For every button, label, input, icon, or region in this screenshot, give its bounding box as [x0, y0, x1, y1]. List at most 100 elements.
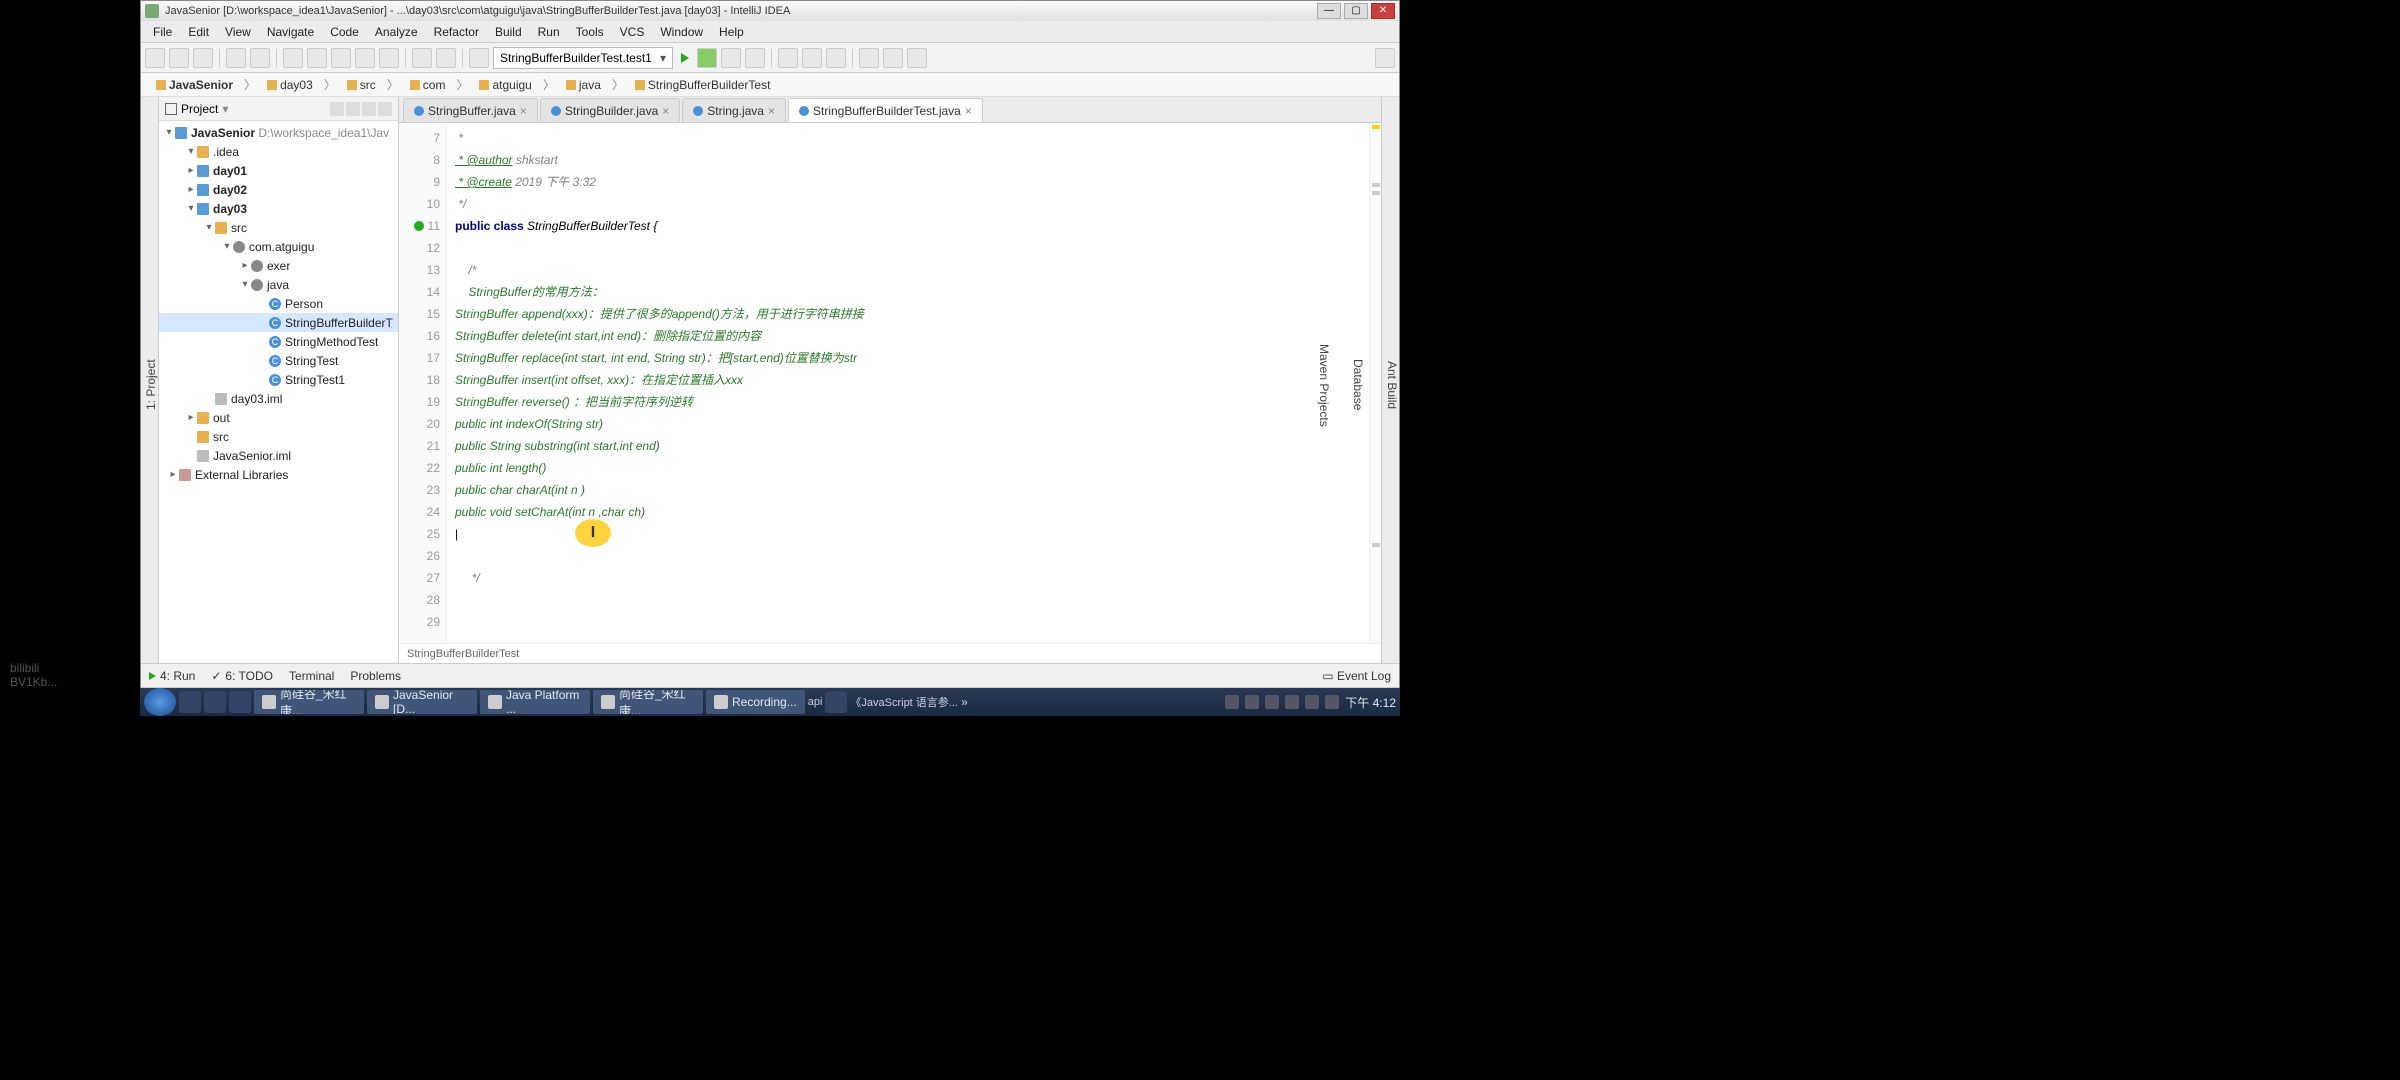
taskbar-clock[interactable]: 下午 4:12 — [1345, 694, 1396, 711]
tree-item[interactable]: CPerson — [159, 294, 398, 313]
minimize-button[interactable]: — — [1317, 3, 1341, 19]
crumb-3[interactable]: com — [403, 75, 453, 95]
code-line-18[interactable]: StringBuffer insert(int offset, xxx)：在指定… — [455, 369, 1361, 391]
tree-item[interactable]: ▸day02 — [159, 180, 398, 199]
task-button[interactable]: Java Platform ... — [480, 690, 590, 714]
tree-item[interactable]: ▾src — [159, 218, 398, 237]
layout-icon[interactable] — [778, 48, 798, 68]
tree-item[interactable]: ▸day01 — [159, 161, 398, 180]
menu-window[interactable]: Window — [652, 25, 711, 39]
run-gutter-icon[interactable] — [414, 221, 424, 231]
tree-item[interactable]: CStringTest — [159, 351, 398, 370]
code-line-12[interactable] — [455, 237, 1361, 259]
tray-icon[interactable] — [1325, 695, 1339, 709]
event-log[interactable]: ▭ Event Log — [1322, 669, 1391, 683]
cut-icon[interactable] — [283, 48, 303, 68]
code-line-9[interactable]: * @create 2019 下午 3:32 — [455, 171, 1361, 193]
tree-item[interactable]: CStringMethodTest — [159, 332, 398, 351]
code-line-29[interactable] — [455, 611, 1361, 633]
code-line-21[interactable]: public String substring(int start,int en… — [455, 435, 1361, 457]
tree-item[interactable]: ▸exer — [159, 256, 398, 275]
search-icon[interactable] — [1375, 48, 1395, 68]
project-tree[interactable]: ▾JavaSenior D:\workspace_idea1\Jav▾.idea… — [159, 121, 398, 663]
menu-view[interactable]: View — [217, 25, 259, 39]
terminal-tool[interactable]: Terminal — [289, 669, 334, 683]
warning-marker[interactable] — [1372, 125, 1380, 129]
coverage-icon[interactable] — [721, 48, 741, 68]
run-button[interactable] — [677, 53, 693, 63]
refresh-icon[interactable] — [193, 48, 213, 68]
close-button[interactable]: ✕ — [1371, 3, 1395, 19]
code-line-22[interactable]: public int length() — [455, 457, 1361, 479]
code-line-10[interactable]: */ — [455, 193, 1361, 215]
tree-item[interactable]: day03.iml — [159, 389, 398, 408]
quick-browser-icon[interactable] — [229, 691, 251, 713]
menu-navigate[interactable]: Navigate — [259, 25, 322, 39]
run-config-select[interactable]: StringBufferBuilderTest.test1 — [493, 47, 673, 69]
menu-build[interactable]: Build — [487, 25, 530, 39]
menu-analyze[interactable]: Analyze — [367, 25, 426, 39]
tab-StringBuffer.java[interactable]: StringBuffer.java× — [403, 98, 538, 122]
crumb-4[interactable]: atguigu — [472, 75, 538, 95]
tw-project[interactable]: 1: Project — [144, 107, 158, 663]
hide-icon[interactable] — [378, 102, 392, 116]
tree-item[interactable]: ▾.idea — [159, 142, 398, 161]
tab-String.java[interactable]: String.java× — [682, 98, 786, 122]
task-button[interactable]: 尚硅谷_宋红康... — [254, 690, 364, 714]
code-line-27[interactable]: */ — [455, 567, 1361, 589]
quick-explorer-icon[interactable] — [179, 691, 201, 713]
code-line-17[interactable]: StringBuffer replace(int start, int end,… — [455, 347, 1361, 369]
menu-edit[interactable]: Edit — [180, 25, 217, 39]
open-icon[interactable] — [145, 48, 165, 68]
replace-icon[interactable] — [379, 48, 399, 68]
build-icon[interactable] — [469, 48, 489, 68]
locate-icon[interactable] — [330, 102, 344, 116]
task-more[interactable]: » — [961, 695, 968, 709]
source[interactable]: * * @author shkstart * @create 2019 下午 3… — [447, 123, 1369, 643]
tray-icon[interactable] — [1245, 695, 1259, 709]
tree-root[interactable]: ▾JavaSenior D:\workspace_idea1\Jav — [159, 123, 398, 142]
forward-icon[interactable] — [436, 48, 456, 68]
code-line-16[interactable]: StringBuffer delete(int start,int end)：删… — [455, 325, 1361, 347]
code-line-20[interactable]: public int indexOf(String str) — [455, 413, 1361, 435]
code-line-8[interactable]: * @author shkstart — [455, 149, 1361, 171]
crumb-6[interactable]: StringBufferBuilderTest — [628, 75, 778, 95]
tab-StringBufferBuilderTest.java[interactable]: StringBufferBuilderTest.java× — [788, 98, 983, 122]
debug-icon[interactable] — [697, 48, 717, 68]
tip-icon[interactable] — [907, 48, 927, 68]
tree-item[interactable]: CStringTest1 — [159, 370, 398, 389]
code-line-7[interactable]: * — [455, 127, 1361, 149]
back-icon[interactable] — [412, 48, 432, 68]
task-button[interactable]: Recording... — [706, 690, 805, 714]
crumb-2[interactable]: src — [340, 75, 383, 95]
code-line-19[interactable]: StringBuffer reverse() ：把当前字符序列逆转 — [455, 391, 1361, 413]
save-icon[interactable] — [169, 48, 189, 68]
undo-icon[interactable] — [226, 48, 246, 68]
tree-item[interactable]: ▸External Libraries — [159, 465, 398, 484]
stop-icon[interactable] — [745, 48, 765, 68]
task-button[interactable]: 尚硅谷_宋红康... — [593, 690, 703, 714]
code-line-26[interactable] — [455, 545, 1361, 567]
tab-close-icon[interactable]: × — [662, 104, 669, 118]
todo-tool[interactable]: ✓6: TODO — [211, 669, 273, 683]
menu-tools[interactable]: Tools — [568, 25, 612, 39]
tw-ant[interactable]: Ant Build — [1385, 107, 1399, 663]
tab-close-icon[interactable]: × — [965, 104, 972, 118]
problems-tool[interactable]: Problems — [350, 669, 401, 683]
start-button[interactable] — [144, 688, 176, 716]
crumb-1[interactable]: day03 — [260, 75, 320, 95]
settings-icon[interactable] — [859, 48, 879, 68]
tree-item[interactable]: ▸out — [159, 408, 398, 427]
menu-run[interactable]: Run — [530, 25, 568, 39]
tree-item[interactable]: ▾com.atguigu — [159, 237, 398, 256]
task-extra1[interactable]: api — [808, 696, 823, 708]
code-line-15[interactable]: StringBuffer append(xxx)：提供了很多的append()方… — [455, 303, 1361, 325]
tab-close-icon[interactable]: × — [520, 104, 527, 118]
tree-item[interactable]: ▾day03 — [159, 199, 398, 218]
tree-item[interactable]: CStringBufferBuilderT — [159, 313, 398, 332]
tree-item[interactable]: ▾java — [159, 275, 398, 294]
menu-vcs[interactable]: VCS — [612, 25, 653, 39]
tray-icon[interactable] — [1265, 695, 1279, 709]
code-line-14[interactable]: StringBuffer的常用方法： — [455, 281, 1361, 303]
paste-icon[interactable] — [331, 48, 351, 68]
